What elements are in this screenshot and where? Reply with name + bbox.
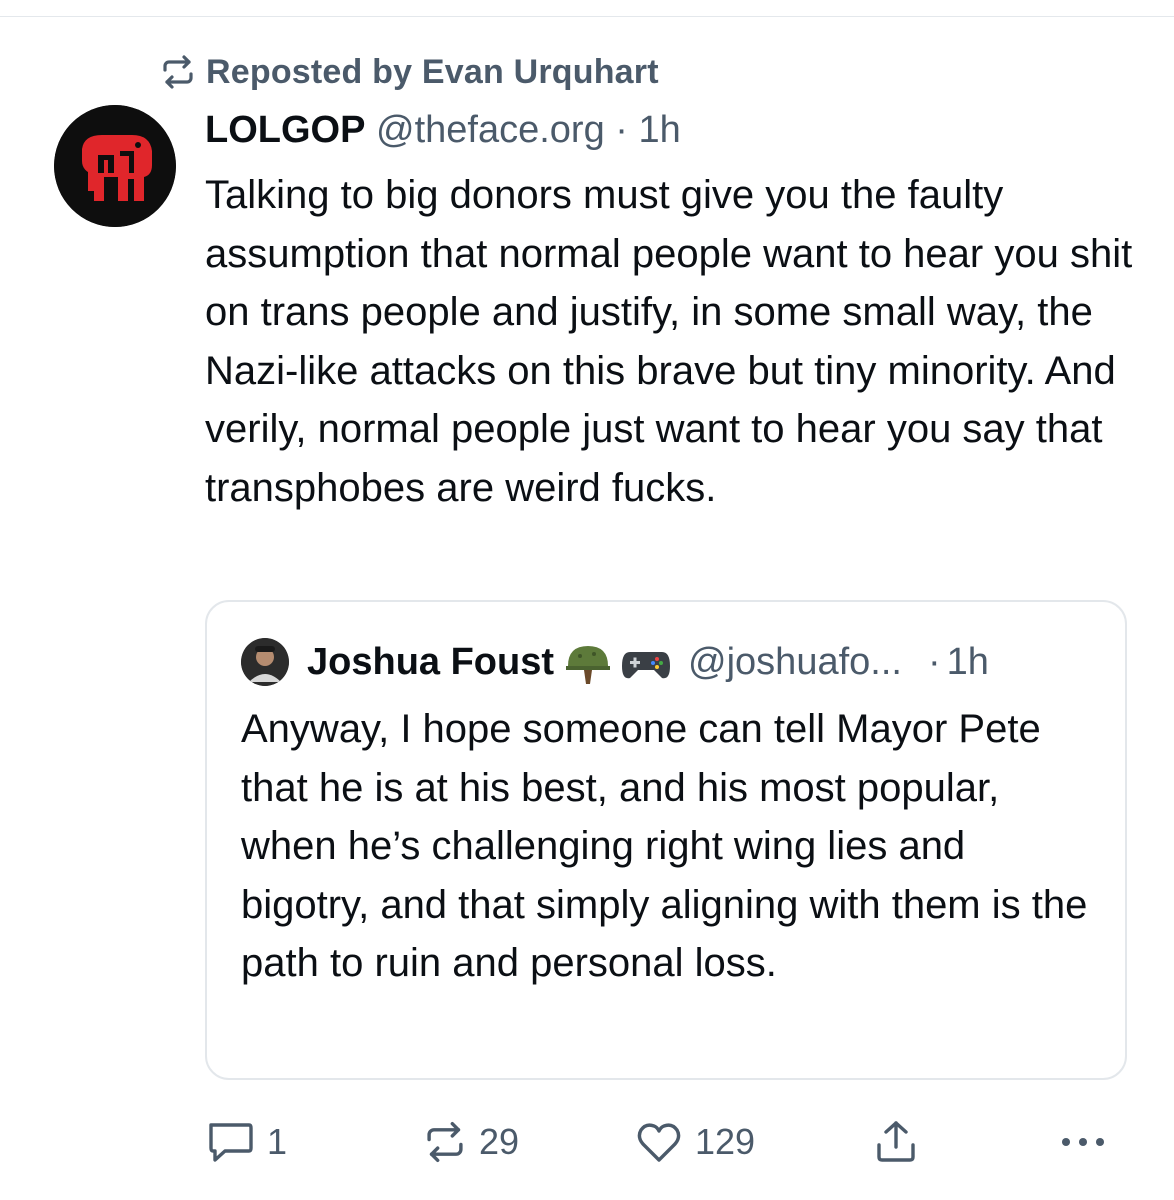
reply-button[interactable]: 1 bbox=[205, 1112, 287, 1172]
more-options-button[interactable] bbox=[1058, 1112, 1108, 1172]
quote-author-name[interactable]: Joshua Foust bbox=[307, 641, 554, 684]
post-actions: 1 29 129 bbox=[205, 1112, 1120, 1172]
repost-indicator[interactable]: Reposted by Evan Urquhart bbox=[160, 52, 659, 92]
author-handle[interactable]: @theface.org bbox=[376, 109, 605, 151]
repost-count: 29 bbox=[479, 1121, 520, 1162]
repost-button[interactable]: 29 bbox=[423, 1112, 519, 1172]
reply-count: 1 bbox=[267, 1121, 288, 1162]
repost-icon bbox=[423, 1120, 467, 1164]
post-header: LOLGOP @theface.org · 1h bbox=[205, 104, 1140, 156]
heart-icon bbox=[635, 1120, 683, 1164]
military-helmet-emoji bbox=[562, 636, 614, 688]
quote-author-avatar[interactable] bbox=[241, 638, 289, 686]
quote-separator: · bbox=[927, 640, 941, 683]
share-icon bbox=[873, 1119, 919, 1165]
post-screen: Reposted by Evan Urquhart LOLGOP @thefac… bbox=[0, 0, 1174, 1200]
repost-icon bbox=[160, 55, 196, 89]
quote-time[interactable]: 1h bbox=[947, 641, 989, 684]
elephant-logo bbox=[54, 105, 176, 227]
game-controller-emoji bbox=[620, 636, 672, 688]
like-button[interactable]: 129 bbox=[635, 1112, 755, 1172]
reply-icon bbox=[205, 1120, 255, 1164]
share-button[interactable] bbox=[873, 1112, 919, 1172]
repost-label: Reposted by Evan Urquhart bbox=[206, 52, 659, 91]
quote-header: Joshua Foust @joshuafo... · 1h bbox=[241, 632, 989, 692]
quoted-post[interactable]: Joshua Foust @joshuafo... · 1h Anyway, I… bbox=[205, 600, 1127, 1080]
post-content[interactable]: LOLGOP @theface.org · 1h Talking to big … bbox=[205, 104, 1140, 517]
author-avatar[interactable] bbox=[54, 105, 176, 227]
more-icon bbox=[1058, 1132, 1108, 1152]
post-time[interactable]: 1h bbox=[639, 109, 681, 151]
top-divider bbox=[0, 16, 1174, 17]
quote-text: Anyway, I hope someone can tell Mayor Pe… bbox=[241, 707, 1088, 985]
quote-author-handle[interactable]: @joshuafo... bbox=[688, 641, 902, 684]
author-name[interactable]: LOLGOP bbox=[205, 109, 365, 151]
header-separator: · bbox=[615, 109, 628, 151]
post-text: Talking to big donors must give you the … bbox=[205, 173, 1133, 510]
like-count: 129 bbox=[695, 1121, 756, 1162]
